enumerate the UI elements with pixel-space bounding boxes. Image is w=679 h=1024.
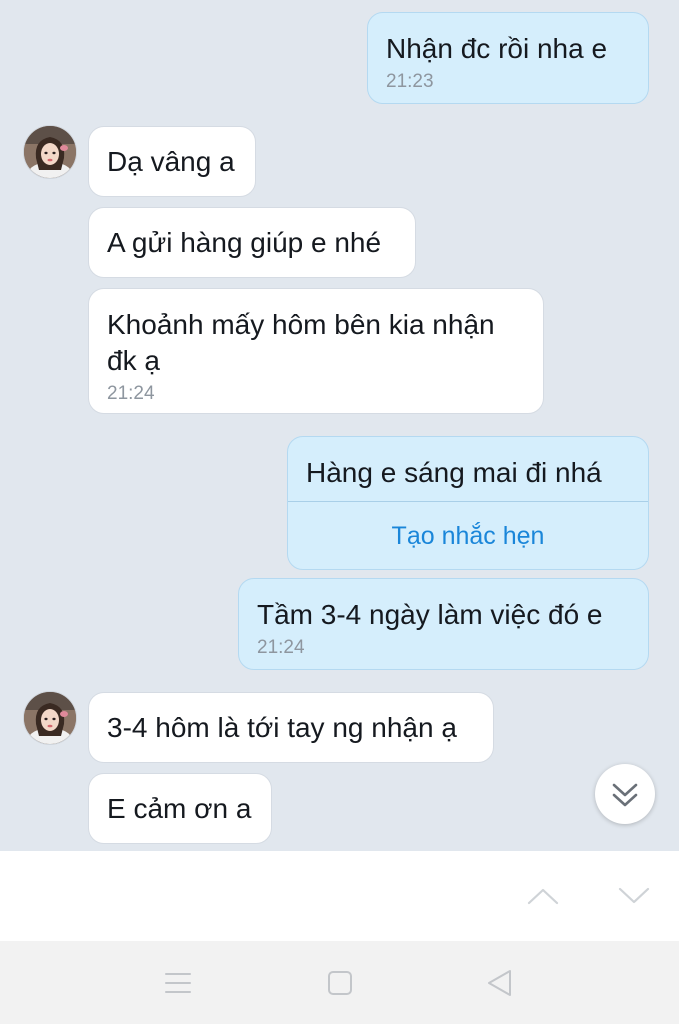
message-time: 21:24 bbox=[107, 383, 155, 404]
message-text: Hàng e sáng mai đi nhá bbox=[306, 457, 602, 488]
reminder-divider bbox=[288, 501, 648, 502]
chat-area[interactable]: Nhận đc rồi nha e 21:23 Dạ vâng a A gửi … bbox=[0, 0, 679, 851]
message-bubble-outgoing[interactable]: Tầm 3-4 ngày làm việc đó e 21:24 bbox=[238, 578, 649, 670]
scroll-to-bottom-button[interactable] bbox=[595, 764, 655, 824]
message-bubble-incoming[interactable]: Khoảnh mấy hôm bên kia nhận đk ạ 21:24 bbox=[88, 288, 544, 414]
message-bubble-incoming[interactable]: E cảm ơn a bbox=[88, 773, 272, 844]
next-result-button[interactable] bbox=[613, 878, 655, 914]
message-text: Nhận đc rồi nha e bbox=[386, 33, 608, 64]
create-reminder-link[interactable]: Tạo nhắc hẹn bbox=[288, 521, 648, 551]
system-navigation-bar bbox=[0, 941, 679, 1024]
message-bubble-outgoing[interactable]: Hàng e sáng mai đi nhá Tạo nhắc hẹn bbox=[287, 436, 649, 570]
contact-avatar[interactable] bbox=[23, 125, 77, 179]
message-text: E cảm ơn a bbox=[107, 793, 252, 824]
chevron-up-icon bbox=[527, 888, 559, 905]
search-result-bar bbox=[0, 851, 679, 941]
chevron-down-icon bbox=[618, 887, 650, 904]
contact-avatar[interactable] bbox=[23, 691, 77, 745]
message-text: Tầm 3-4 ngày làm việc đó e bbox=[257, 599, 603, 630]
avatar-image bbox=[24, 126, 76, 178]
message-text: A gửi hàng giúp e nhé bbox=[107, 227, 382, 258]
double-chevron-down-icon bbox=[612, 783, 638, 807]
menu-button[interactable] bbox=[160, 965, 196, 1001]
message-text: 3-4 hôm là tới tay ng nhận ạ bbox=[107, 712, 457, 743]
home-button[interactable] bbox=[322, 965, 358, 1001]
avatar-image bbox=[24, 692, 76, 744]
triangle-back-icon bbox=[488, 970, 511, 996]
message-text: Dạ vâng a bbox=[107, 146, 235, 177]
square-home-icon bbox=[328, 971, 352, 995]
message-bubble-outgoing[interactable]: Nhận đc rồi nha e 21:23 bbox=[367, 12, 649, 104]
message-time: 21:23 bbox=[386, 71, 434, 92]
message-bubble-incoming[interactable]: Dạ vâng a bbox=[88, 126, 256, 197]
back-button[interactable] bbox=[482, 965, 518, 1001]
menu-icon bbox=[165, 973, 191, 993]
message-time: 21:24 bbox=[257, 637, 305, 658]
previous-result-button[interactable] bbox=[522, 878, 564, 914]
message-bubble-incoming[interactable]: A gửi hàng giúp e nhé bbox=[88, 207, 416, 278]
message-bubble-incoming[interactable]: 3-4 hôm là tới tay ng nhận ạ bbox=[88, 692, 494, 763]
message-text: Khoảnh mấy hôm bên kia nhận đk ạ bbox=[107, 309, 495, 376]
